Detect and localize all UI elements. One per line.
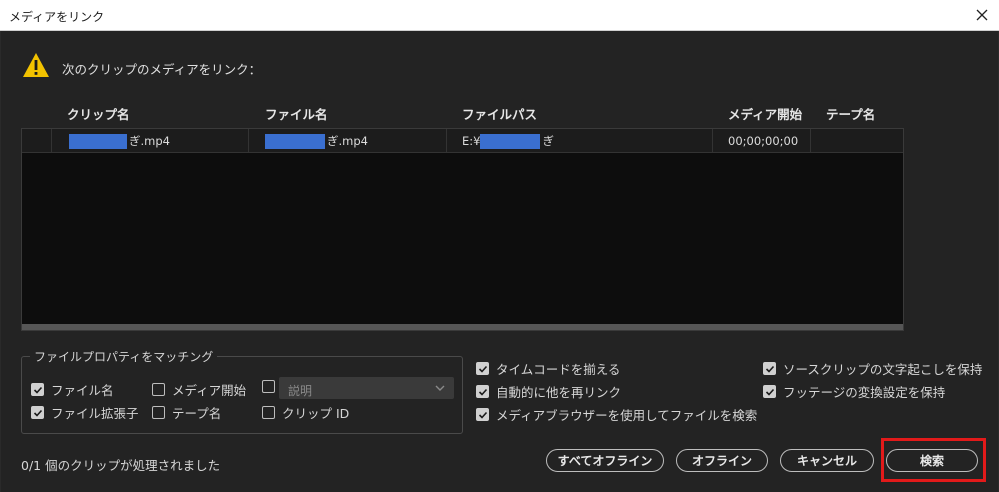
search-button-highlight [881,438,986,482]
checkmark-icon [33,386,42,394]
checkmark-icon [33,409,42,417]
checkmark-icon [765,365,774,373]
keep-transcript-checkbox[interactable]: ソースクリップの文字起こしを保持 [763,359,982,378]
match-description-checkbox[interactable] [262,380,275,393]
column-header-clip-name[interactable]: クリップ名 [67,104,130,123]
checkmark-icon [478,365,487,373]
offline-button[interactable]: オフライン [676,449,768,472]
checkmark-icon [478,388,487,396]
warning-icon [23,53,49,77]
checkmark-icon [478,411,487,419]
chevron-down-icon [435,385,445,391]
clip-name-cell: ぎ.mp4 [52,129,249,153]
status-text: 0/1 個のクリップが処理されました [21,458,221,473]
column-header-media-start[interactable]: メディア開始 [728,104,802,123]
column-header-file-path[interactable]: ファイルパス [462,104,537,123]
clip-table[interactable]: ぎ.mp4 ぎ.mp4 E:¥ ぎ 00;00;00;00 [21,128,904,331]
description-select[interactable]: 説明 [279,377,454,399]
close-button[interactable] [970,3,994,27]
use-media-browser-checkbox[interactable]: メディアブラウザーを使用してファイルを検索 [476,405,757,424]
horizontal-scrollbar[interactable] [22,324,903,330]
column-header-file-name[interactable]: ファイル名 [265,104,328,123]
title-bar: メディアをリンク [0,0,999,31]
media-start-cell: 00;00;00;00 [713,129,811,153]
keep-interpret-footage-checkbox[interactable]: フッテージの変換設定を保持 [763,382,945,401]
row-select-cell [22,129,52,153]
match-extension-checkbox[interactable]: ファイル拡張子 [31,403,139,422]
checkmark-icon [765,388,774,396]
tape-name-cell [811,129,903,153]
header-message: 次のクリップのメディアをリンク： [62,62,262,77]
match-tape-name-checkbox[interactable]: テープ名 [152,403,221,422]
auto-relink-checkbox[interactable]: 自動的に他を再リンク [476,382,621,401]
align-timecode-checkbox[interactable]: タイムコードを揃える [476,359,620,378]
file-path-cell: E:¥ ぎ [447,129,713,153]
file-name-cell: ぎ.mp4 [249,129,447,153]
match-clip-id-checkbox[interactable]: クリップ ID [262,403,349,422]
column-header-tape-name[interactable]: テープ名 [826,104,875,123]
match-media-start-checkbox[interactable]: メディア開始 [152,380,246,399]
table-row[interactable]: ぎ.mp4 ぎ.mp4 E:¥ ぎ 00;00;00;00 [22,129,903,153]
close-icon [976,9,988,21]
match-properties-legend: ファイルプロパティをマッチング [30,348,218,365]
redacted-block [69,134,127,149]
cancel-button[interactable]: キャンセル [780,449,874,472]
offline-all-button[interactable]: すべてオフライン [546,449,664,472]
redacted-block [480,134,541,149]
redacted-block [265,134,325,149]
window-title: メディアをリンク [9,10,105,24]
match-filename-checkbox[interactable]: ファイル名 [31,380,114,399]
